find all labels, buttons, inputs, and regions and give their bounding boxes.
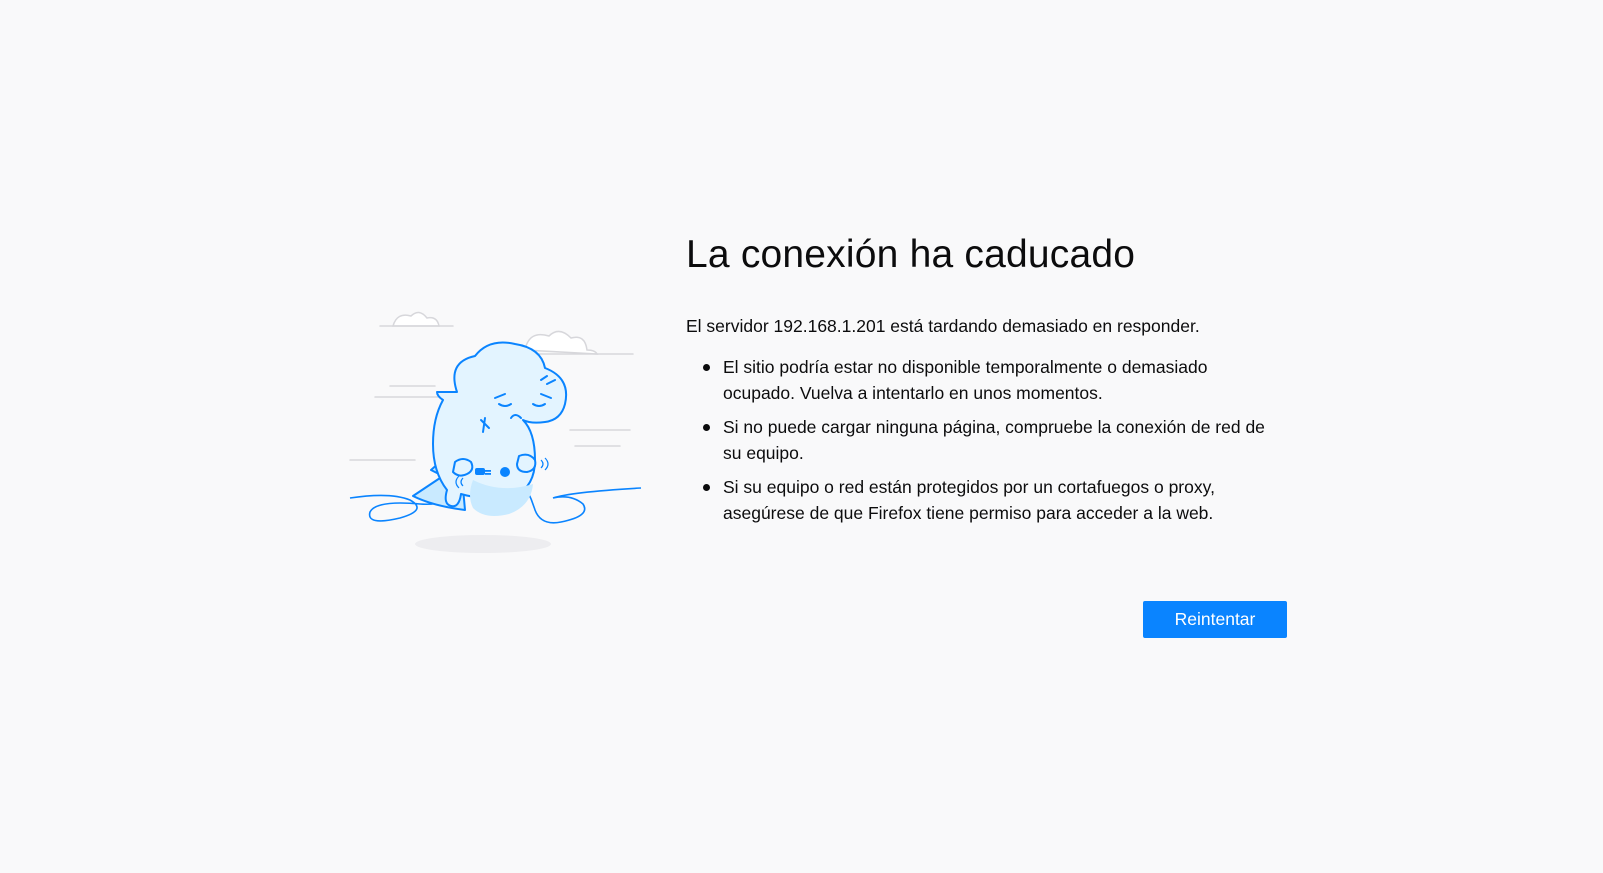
bullet-icon <box>703 363 710 371</box>
unplugged-dinosaur-illustration <box>349 311 642 553</box>
list-item: Si su equipo o red están protegidos por … <box>703 474 1283 526</box>
error-title: La conexión ha caducado <box>686 233 1136 276</box>
error-page: La conexión ha caducado El servidor 192.… <box>0 0 1603 873</box>
error-reasons-list: El sitio podría estar no disponible temp… <box>686 354 1286 526</box>
bullet-icon <box>703 423 710 431</box>
error-intro: El servidor 192.168.1.201 está tardando … <box>686 315 1200 336</box>
bullet-icon <box>703 483 710 491</box>
list-item: Si no puede cargar ninguna página, compr… <box>703 414 1283 466</box>
reason-text: Si no puede cargar ninguna página, compr… <box>723 416 1265 463</box>
retry-button[interactable]: Reintentar <box>1143 601 1287 638</box>
reason-text: El sitio podría estar no disponible temp… <box>723 356 1208 403</box>
list-item: El sitio podría estar no disponible temp… <box>703 354 1283 406</box>
reason-text: Si su equipo o red están protegidos por … <box>723 476 1215 523</box>
error-content: La conexión ha caducado El servidor 192.… <box>686 232 1286 534</box>
